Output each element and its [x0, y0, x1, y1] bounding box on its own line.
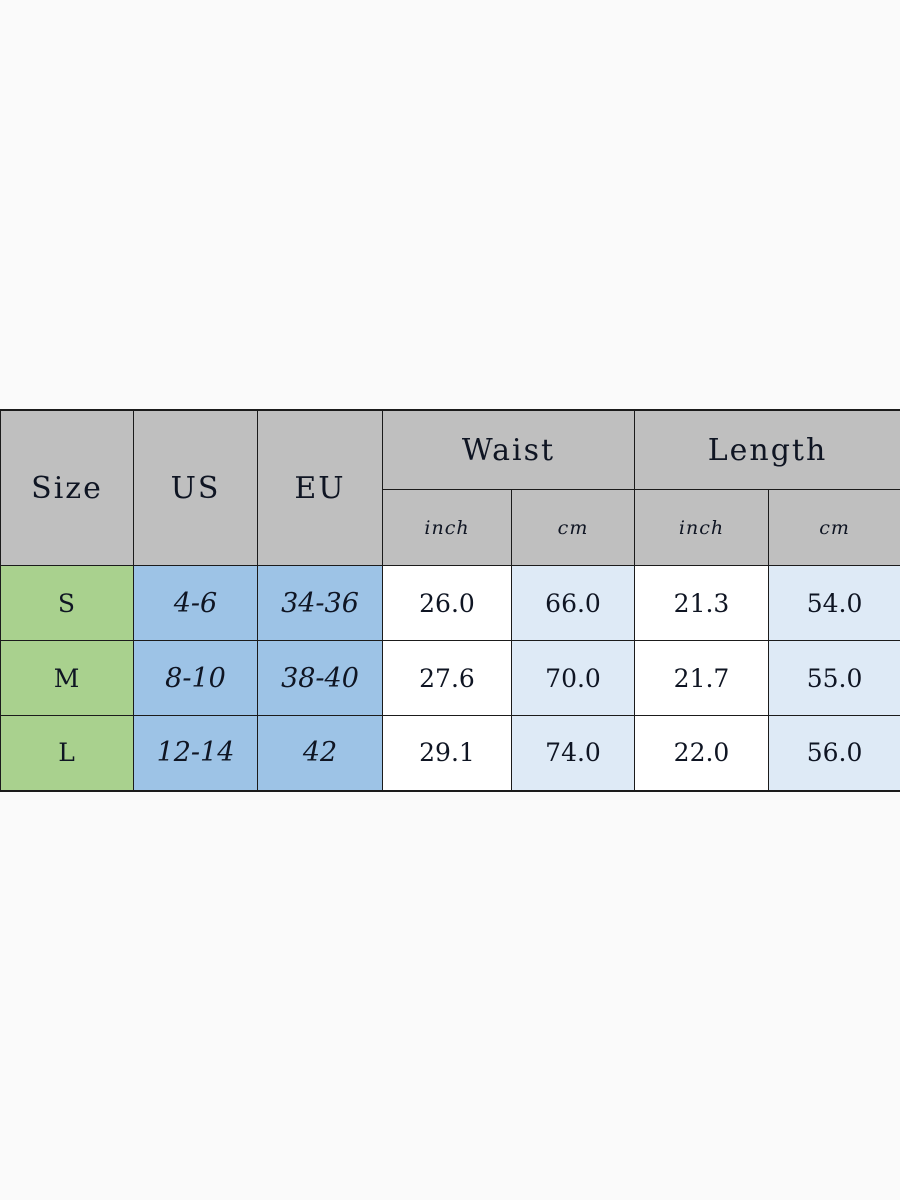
cell-waist-cm: 66.0 [510, 565, 636, 641]
column-header-waist-cm: cm [510, 489, 636, 566]
cell-size: M [0, 640, 134, 716]
cell-us: 8-10 [133, 640, 258, 716]
size-chart-container: Size US EU Waist Length inch cm inch cm … [0, 409, 900, 792]
column-header-length-inch: inch [634, 489, 770, 566]
header-row-primary: Size US EU Waist Length [0, 409, 900, 566]
column-header-eu: EU [257, 409, 383, 566]
cell-length-cm: 55.0 [768, 640, 900, 716]
cell-us: 12-14 [133, 715, 258, 791]
cell-size: L [0, 715, 134, 791]
column-header-length: Length [634, 409, 900, 490]
cell-eu: 34-36 [257, 565, 383, 641]
table-body: S 4-6 34-36 26.0 66.0 21.3 54.0 M 8-10 38-40 27.6 7… [0, 565, 900, 791]
column-header-length-cm: cm [768, 489, 900, 566]
size-chart-table: Size US EU Waist Length inch cm inch cm … [0, 409, 900, 792]
cell-waist-inch: 29.1 [382, 715, 512, 791]
cell-waist-inch: 27.6 [382, 640, 512, 716]
cell-waist-cm: 70.0 [510, 640, 636, 716]
table-row: L 12-14 42 29.1 74.0 22.0 56.0 [0, 715, 900, 791]
cell-length-inch: 21.3 [634, 565, 770, 641]
cell-eu: 38-40 [257, 640, 383, 716]
table-row: S 4-6 34-36 26.0 66.0 21.3 54.0 [0, 565, 900, 641]
cell-length-cm: 54.0 [768, 565, 900, 641]
cell-size: S [0, 565, 134, 641]
column-header-size: Size [0, 409, 134, 566]
cell-length-inch: 22.0 [634, 715, 770, 791]
cell-waist-inch: 26.0 [382, 565, 512, 641]
cell-length-cm: 56.0 [768, 715, 900, 791]
cell-eu: 42 [257, 715, 383, 791]
cell-waist-cm: 74.0 [510, 715, 636, 791]
cell-length-inch: 21.7 [634, 640, 770, 716]
table-row: M 8-10 38-40 27.6 70.0 21.7 55.0 [0, 640, 900, 716]
cell-us: 4-6 [133, 565, 258, 641]
column-header-waist: Waist [381, 409, 636, 490]
column-header-waist-inch: inch [382, 489, 512, 566]
column-header-us: US [133, 409, 258, 566]
table-header: Size US EU Waist Length inch cm inch cm [0, 409, 900, 566]
